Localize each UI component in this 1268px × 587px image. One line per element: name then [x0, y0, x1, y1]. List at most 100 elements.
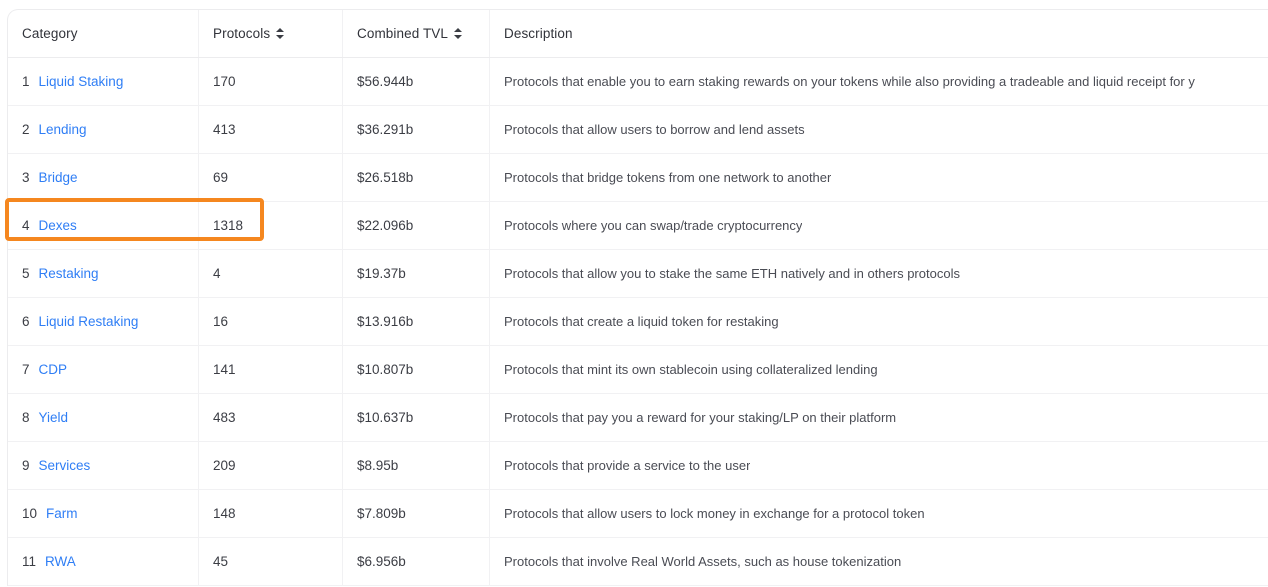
protocols-count: 1318 [213, 218, 244, 233]
cell-description: Protocols that create a liquid token for… [490, 298, 1268, 345]
row-rank: 9 [22, 458, 30, 473]
cell-category: 1 Liquid Staking [8, 58, 199, 105]
description-text: Protocols that pay you a reward for your… [504, 410, 897, 425]
category-link[interactable]: Bridge [39, 170, 78, 185]
column-header-combined-tvl-label: Combined TVL [357, 26, 448, 41]
row-rank: 2 [22, 122, 30, 137]
cell-combined-tvl: $56.944b [343, 58, 490, 105]
cell-combined-tvl: $10.807b [343, 346, 490, 393]
combined-tvl-value: $19.37b [357, 266, 406, 281]
table-row[interactable]: 7 CDP 141 $10.807b Protocols that mint its o… [8, 346, 1268, 394]
table-row[interactable]: 8 Yield 483 $10.637b Protocols that pay you … [8, 394, 1268, 442]
cell-description: Protocols that enable you to earn stakin… [490, 58, 1268, 105]
column-header-combined-tvl[interactable]: Combined TVL [343, 10, 490, 57]
description-text: Protocols that enable you to earn stakin… [504, 74, 1195, 89]
combined-tvl-value: $26.518b [357, 170, 414, 185]
row-rank: 7 [22, 362, 30, 377]
cell-combined-tvl: $10.637b [343, 394, 490, 441]
description-text: Protocols that bridge tokens from one ne… [504, 170, 832, 185]
category-link[interactable]: Liquid Staking [39, 74, 124, 89]
cell-category: 4 Dexes [8, 202, 199, 249]
protocols-count: 170 [213, 74, 236, 89]
row-rank: 8 [22, 410, 30, 425]
cell-description: Protocols where you can swap/trade crypt… [490, 202, 1268, 249]
row-rank: 1 [22, 74, 30, 89]
column-header-category[interactable]: Category [8, 10, 199, 57]
cell-description: Protocols that allow users to lock money… [490, 490, 1268, 537]
cell-combined-tvl: $19.37b [343, 250, 490, 297]
table-row[interactable]: 6 Liquid Restaking 16 $13.916b Protocols tha… [8, 298, 1268, 346]
cell-protocols: 483 [199, 394, 343, 441]
cell-description: Protocols that allow users to borrow and… [490, 106, 1268, 153]
table-body: 1 Liquid Staking 170 $56.944b Protocols that… [8, 58, 1268, 586]
sort-updown-icon[interactable] [454, 27, 462, 40]
category-link[interactable]: Dexes [39, 218, 77, 233]
combined-tvl-value: $8.95b [357, 458, 399, 473]
description-text: Protocols that provide a service to the … [504, 458, 751, 473]
description-text: Protocols that allow users to lock money… [504, 506, 925, 521]
cell-category: 3 Bridge [8, 154, 199, 201]
table-row[interactable]: 10 Farm 148 $7.809b Protocols that allow use… [8, 490, 1268, 538]
category-link[interactable]: Services [39, 458, 91, 473]
table-header-row: Category Protocols Combined TVL Descript… [8, 10, 1268, 58]
cell-description: Protocols that bridge tokens from one ne… [490, 154, 1268, 201]
column-header-description-label: Description [504, 26, 573, 41]
combined-tvl-value: $36.291b [357, 122, 414, 137]
cell-category: 2 Lending [8, 106, 199, 153]
row-rank: 11 [22, 554, 37, 569]
cell-description: Protocols that pay you a reward for your… [490, 394, 1268, 441]
cell-combined-tvl: $6.956b [343, 538, 490, 585]
table-row[interactable]: 11 RWA 45 $6.956b Protocols that involve Rea… [8, 538, 1268, 586]
sort-updown-icon[interactable] [276, 27, 285, 40]
protocols-count: 148 [213, 506, 236, 521]
cell-protocols: 141 [199, 346, 343, 393]
cell-protocols: 413 [199, 106, 343, 153]
row-rank: 6 [22, 314, 30, 329]
protocols-count: 16 [213, 314, 229, 329]
cell-protocols: 1318 [199, 202, 343, 249]
protocols-count: 4 [213, 266, 221, 281]
category-link[interactable]: Liquid Restaking [39, 314, 139, 329]
cell-description: Protocols that allow you to stake the sa… [490, 250, 1268, 297]
column-header-protocols-label: Protocols [213, 26, 271, 41]
cell-protocols: 45 [199, 538, 343, 585]
cell-combined-tvl: $36.291b [343, 106, 490, 153]
description-text: Protocols that involve Real World Assets… [504, 554, 902, 569]
table-row[interactable]: 3 Bridge 69 $26.518b Protocols that bridge t… [8, 154, 1268, 202]
category-link[interactable]: RWA [45, 554, 76, 569]
cell-combined-tvl: $26.518b [343, 154, 490, 201]
table-row[interactable]: 2 Lending 413 $36.291b Protocols that allow … [8, 106, 1268, 154]
cell-protocols: 170 [199, 58, 343, 105]
combined-tvl-value: $10.807b [357, 362, 414, 377]
category-link[interactable]: Lending [39, 122, 87, 137]
category-link[interactable]: Farm [46, 506, 78, 521]
description-text: Protocols that allow users to borrow and… [504, 122, 805, 137]
categories-table: Category Protocols Combined TVL Descript… [7, 9, 1268, 586]
cell-protocols: 69 [199, 154, 343, 201]
table-row[interactable]: 5 Restaking 4 $19.37b Protocols that allow y… [8, 250, 1268, 298]
column-header-description: Description [490, 10, 1268, 57]
row-rank: 3 [22, 170, 30, 185]
table-row[interactable]: 4 Dexes 1318 $22.096b Protocols where you ca… [8, 202, 1268, 250]
category-link[interactable]: Restaking [39, 266, 99, 281]
cell-protocols: 4 [199, 250, 343, 297]
cell-category: 7 CDP [8, 346, 199, 393]
category-link[interactable]: Yield [39, 410, 69, 425]
combined-tvl-value: $7.809b [357, 506, 406, 521]
protocols-count: 413 [213, 122, 236, 137]
cell-category: 10 Farm [8, 490, 199, 537]
table-row[interactable]: 1 Liquid Staking 170 $56.944b Protocols that… [8, 58, 1268, 106]
category-link[interactable]: CDP [39, 362, 68, 377]
cell-category: 6 Liquid Restaking [8, 298, 199, 345]
column-header-protocols[interactable]: Protocols [199, 10, 343, 57]
protocols-count: 141 [213, 362, 236, 377]
table-row[interactable]: 9 Services 209 $8.95b Protocols that provide… [8, 442, 1268, 490]
cell-protocols: 209 [199, 442, 343, 489]
cell-category: 9 Services [8, 442, 199, 489]
description-text: Protocols where you can swap/trade crypt… [504, 218, 803, 233]
description-text: Protocols that mint its own stablecoin u… [504, 362, 878, 377]
description-text: Protocols that create a liquid token for… [504, 314, 779, 329]
combined-tvl-value: $6.956b [357, 554, 406, 569]
cell-combined-tvl: $13.916b [343, 298, 490, 345]
protocols-count: 45 [213, 554, 229, 569]
